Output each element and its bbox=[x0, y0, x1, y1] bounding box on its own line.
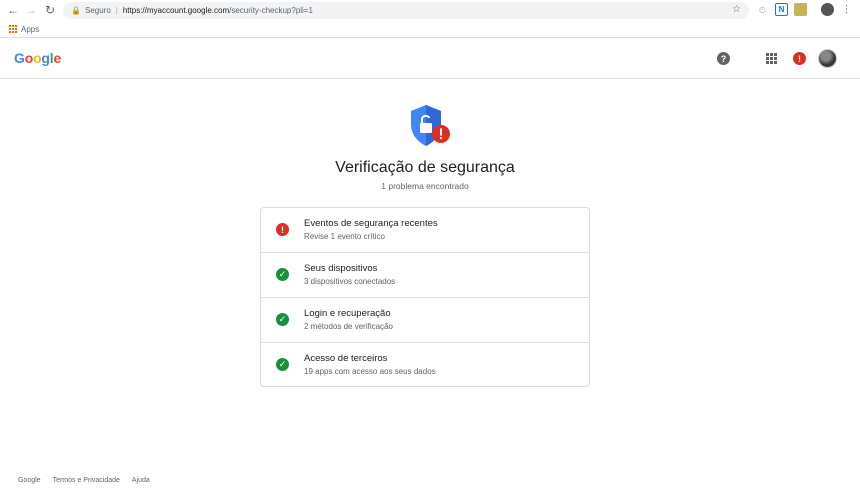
footer-links: Google Termos e Privacidade Ajuda bbox=[18, 477, 150, 484]
profile-icon[interactable] bbox=[821, 3, 834, 16]
extension-icon-3[interactable] bbox=[794, 3, 807, 16]
item-description: 3 dispositivos conectados bbox=[304, 277, 396, 286]
bookmark-apps-label[interactable]: Apps bbox=[21, 25, 39, 34]
footer-link-terms[interactable]: Termos e Privacidade bbox=[53, 477, 120, 484]
bookmark-star-icon[interactable]: ☆ bbox=[732, 4, 741, 15]
url-path: /security-checkup?pli=1 bbox=[229, 6, 313, 15]
check-icon: ✓ bbox=[276, 268, 289, 281]
checkup-item-third-party-access[interactable]: ✓ Acesso de terceiros 19 apps com acesso… bbox=[261, 343, 589, 388]
reload-icon[interactable]: ↻ bbox=[41, 1, 59, 19]
browser-toolbar: ← → ↻ 🔒 Seguro | https://myaccount.googl… bbox=[0, 0, 860, 21]
lock-icon: 🔒 bbox=[71, 6, 81, 15]
item-description: Revise 1 evento crítico bbox=[304, 232, 385, 241]
check-icon: ✓ bbox=[276, 313, 289, 326]
notification-alert-icon[interactable]: ! bbox=[793, 52, 806, 65]
checkup-item-devices[interactable]: ✓ Seus dispositivos 3 dispositivos conec… bbox=[261, 253, 589, 298]
google-logo[interactable]: Google bbox=[14, 50, 61, 66]
page-subtitle: 1 problema encontrado bbox=[381, 181, 469, 191]
footer-link-google[interactable]: Google bbox=[18, 477, 41, 484]
extension-icon-n[interactable]: N bbox=[775, 3, 788, 16]
bookmarks-bar: Apps bbox=[0, 21, 860, 38]
page-title: Verificação de segurança bbox=[335, 159, 515, 176]
url-separator: | bbox=[115, 6, 118, 15]
google-apps-icon[interactable] bbox=[766, 53, 777, 64]
alert-icon: ! bbox=[276, 223, 289, 236]
checkup-item-security-events[interactable]: ! Eventos de segurança recentes Revise 1… bbox=[261, 208, 589, 253]
checkup-item-login-recovery[interactable]: ✓ Login e recuperação 2 métodos de verif… bbox=[261, 298, 589, 343]
item-title: Eventos de segurança recentes bbox=[304, 218, 438, 229]
item-description: 19 apps com acesso aos seus dados bbox=[304, 367, 436, 376]
menu-dots-icon[interactable]: ⋮ bbox=[840, 3, 853, 16]
item-title: Login e recuperação bbox=[304, 308, 391, 319]
security-checkup-card: ! Eventos de segurança recentes Revise 1… bbox=[260, 207, 590, 387]
extension-icon-1[interactable]: ◴ bbox=[756, 3, 769, 16]
footer-link-help[interactable]: Ajuda bbox=[132, 477, 150, 484]
shield-alert-icon bbox=[408, 104, 452, 148]
apps-shortcut-icon[interactable] bbox=[9, 25, 17, 33]
back-arrow-icon[interactable]: ← bbox=[4, 1, 22, 19]
help-icon[interactable]: ? bbox=[717, 52, 730, 65]
item-title: Acesso de terceiros bbox=[304, 353, 388, 364]
extensions-area: ◴ N ⋮ bbox=[756, 3, 853, 16]
url-host: https://myaccount.google.com bbox=[122, 6, 230, 15]
item-description: 2 métodos de verificação bbox=[304, 322, 393, 331]
google-header: Google ? ! bbox=[0, 38, 860, 79]
address-bar[interactable]: 🔒 Seguro | https://myaccount.google.com /… bbox=[63, 2, 749, 19]
forward-arrow-icon[interactable]: → bbox=[22, 1, 40, 19]
secure-label: Seguro bbox=[84, 6, 111, 15]
check-icon: ✓ bbox=[276, 358, 289, 371]
item-title: Seus dispositivos bbox=[304, 263, 378, 274]
avatar[interactable] bbox=[818, 49, 837, 68]
